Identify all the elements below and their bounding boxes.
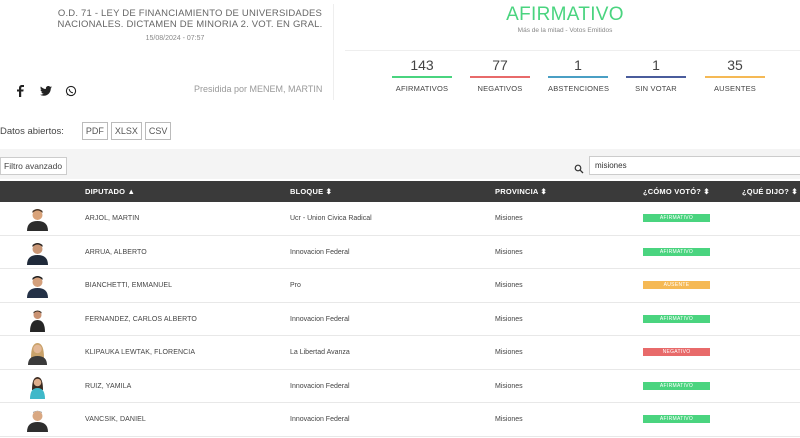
bloque: Innovacion Federal — [290, 315, 350, 323]
stat-bar — [470, 76, 530, 78]
search-input[interactable] — [589, 156, 800, 175]
col-bloque[interactable]: BLOQUE ⬍ — [290, 187, 332, 196]
diputado-name: RUIZ, YAMILA — [85, 382, 132, 390]
stat-negativos: 77 NEGATIVOS — [470, 57, 530, 93]
avatar — [25, 206, 50, 231]
bloque: Ucr - Union Civica Radical — [290, 215, 372, 222]
provincia: Misiones — [495, 315, 523, 323]
stat-bar — [392, 76, 452, 78]
page-title: O.D. 71 - LEY DE FINANCIAMIENTO DE UNIVE… — [57, 8, 323, 30]
table-row[interactable]: VANCSIK, DANIEL Innovacion Federal Misio… — [0, 403, 800, 437]
sort-icon: ⬍ — [791, 187, 798, 196]
provincia: Misiones — [495, 215, 523, 222]
stat-value: 1 — [574, 57, 582, 73]
avatar — [25, 307, 50, 332]
diputado-name: VANCSIK, DANIEL — [85, 416, 146, 423]
csv-button[interactable]: CSV — [144, 122, 172, 140]
avatar — [25, 240, 50, 265]
col-diputado[interactable]: DIPUTADO ▲ — [85, 187, 135, 196]
diputado-name: FERNANDEZ, CARLOS ALBERTO — [85, 315, 197, 323]
divider — [345, 50, 800, 51]
divider — [333, 4, 334, 100]
stat-abstenciones: 1 ABSTENCIONES — [548, 57, 610, 93]
vote-badge: AFIRMATIVO — [643, 214, 710, 222]
avatar — [25, 273, 50, 298]
whatsapp-icon[interactable] — [64, 84, 77, 97]
stat-ausentes: 35 AUSENTES — [705, 57, 765, 93]
vote-date: 15/08/2024 - 07:57 — [145, 35, 205, 42]
table-body: ARJOL, MARTIN Ucr - Union Civica Radical… — [0, 202, 800, 437]
table-row[interactable]: ARJOL, MARTIN Ucr - Union Civica Radical… — [0, 202, 800, 236]
avatar — [25, 374, 50, 399]
stat-value: 1 — [652, 57, 660, 73]
vote-summary-header: O.D. 71 - LEY DE FINANCIAMIENTO DE UNIVE… — [0, 0, 800, 112]
stat-bar — [626, 76, 686, 78]
facebook-icon[interactable] — [14, 84, 27, 97]
avatar — [25, 340, 50, 365]
bloque: Innovacion Federal — [290, 248, 350, 256]
diputado-name: BIANCHETTI, EMMANUEL — [85, 282, 173, 289]
diputado-name: ARJOL, MARTIN — [85, 215, 140, 222]
sort-asc-icon: ▲ — [127, 187, 136, 196]
table-row[interactable]: BIANCHETTI, EMMANUEL Pro Misiones AUSENT… — [0, 269, 800, 303]
advanced-filter-button[interactable]: Filtro avanzado — [0, 157, 67, 175]
stat-sin-votar: 1 SIN VOTAR — [626, 57, 686, 93]
open-data-label: Datos abiertos: — [0, 125, 64, 137]
vote-badge: AUSENTE — [643, 281, 710, 289]
vote-badge: AFIRMATIVO — [643, 415, 710, 423]
pdf-button[interactable]: PDF — [81, 122, 108, 140]
col-bloque-label: BLOQUE — [290, 187, 324, 196]
provincia: Misiones — [495, 248, 523, 256]
vote-badge: AFIRMATIVO — [643, 314, 710, 323]
table-row[interactable]: KLIPAUKA LEWTAK, FLORENCIA La Libertad A… — [0, 336, 800, 370]
vote-badge: NEGATIVO — [643, 348, 710, 356]
twitter-icon[interactable] — [39, 84, 52, 97]
vote-badge: AFIRMATIVO — [643, 247, 710, 256]
diputado-name: ARRUA, ALBERTO — [85, 248, 147, 256]
provincia: Misiones — [495, 282, 523, 289]
avatar — [25, 407, 50, 432]
stat-value: 77 — [492, 57, 508, 73]
col-provincia[interactable]: PROVINCIA ⬍ — [495, 187, 547, 196]
table-row[interactable]: FERNANDEZ, CARLOS ALBERTO Innovacion Fed… — [0, 303, 800, 336]
col-provincia-label: PROVINCIA — [495, 187, 539, 196]
table-header: DIPUTADO ▲ BLOQUE ⬍ PROVINCIA ⬍ ¿CÓMO VO… — [0, 181, 800, 202]
sort-icon: ⬍ — [540, 187, 547, 196]
stat-label: SIN VOTAR — [635, 84, 677, 93]
stat-label: ABSTENCIONES — [548, 84, 610, 93]
provincia: Misiones — [495, 382, 523, 390]
col-diputado-label: DIPUTADO — [85, 187, 126, 196]
sort-icon: ⬍ — [703, 187, 710, 196]
stat-label: AUSENTES — [713, 84, 757, 93]
stat-value: 35 — [727, 57, 743, 73]
bloque: La Libertad Avanza — [290, 349, 350, 356]
bloque: Innovacion Federal — [290, 416, 350, 423]
table-row[interactable]: RUIZ, YAMILA Innovacion Federal Misiones… — [0, 370, 800, 403]
stat-value: 143 — [410, 57, 434, 73]
col-dijo-label: ¿QUÉ DIJO? — [742, 187, 790, 196]
stat-label: NEGATIVOS — [477, 84, 523, 93]
stat-bar — [548, 76, 608, 78]
diputado-name: KLIPAUKA LEWTAK, FLORENCIA — [85, 349, 196, 356]
stat-bar — [705, 76, 765, 78]
bloque: Innovacion Federal — [290, 382, 350, 390]
result-label: AFIRMATIVO — [506, 4, 624, 25]
open-data: Datos abiertos: PDF XLSX CSV — [0, 122, 174, 140]
col-voto[interactable]: ¿CÓMO VOTÓ? ⬍ — [643, 187, 710, 196]
stat-afirmativos: 143 AFIRMATIVOS — [392, 57, 452, 93]
xlsx-button[interactable]: XLSX — [110, 122, 142, 140]
provincia: Misiones — [495, 349, 523, 356]
search-icon — [574, 161, 584, 174]
social-share — [14, 84, 77, 97]
col-dijo[interactable]: ¿QUÉ DIJO? ⬍ — [742, 187, 798, 196]
sort-icon: ⬍ — [325, 187, 333, 196]
vote-badge: AFIRMATIVO — [643, 381, 710, 390]
presided-by: Presidida por MENEM, MARTIN — [194, 84, 323, 94]
provincia: Misiones — [495, 416, 523, 423]
col-voto-label: ¿CÓMO VOTÓ? — [643, 187, 702, 196]
stat-label: AFIRMATIVOS — [395, 84, 449, 93]
bloque: Pro — [290, 282, 301, 289]
table-row[interactable]: ARRUA, ALBERTO Innovacion Federal Mision… — [0, 236, 800, 269]
result-subtitle: Más de la mitad - Votos Emitidos — [517, 27, 613, 34]
